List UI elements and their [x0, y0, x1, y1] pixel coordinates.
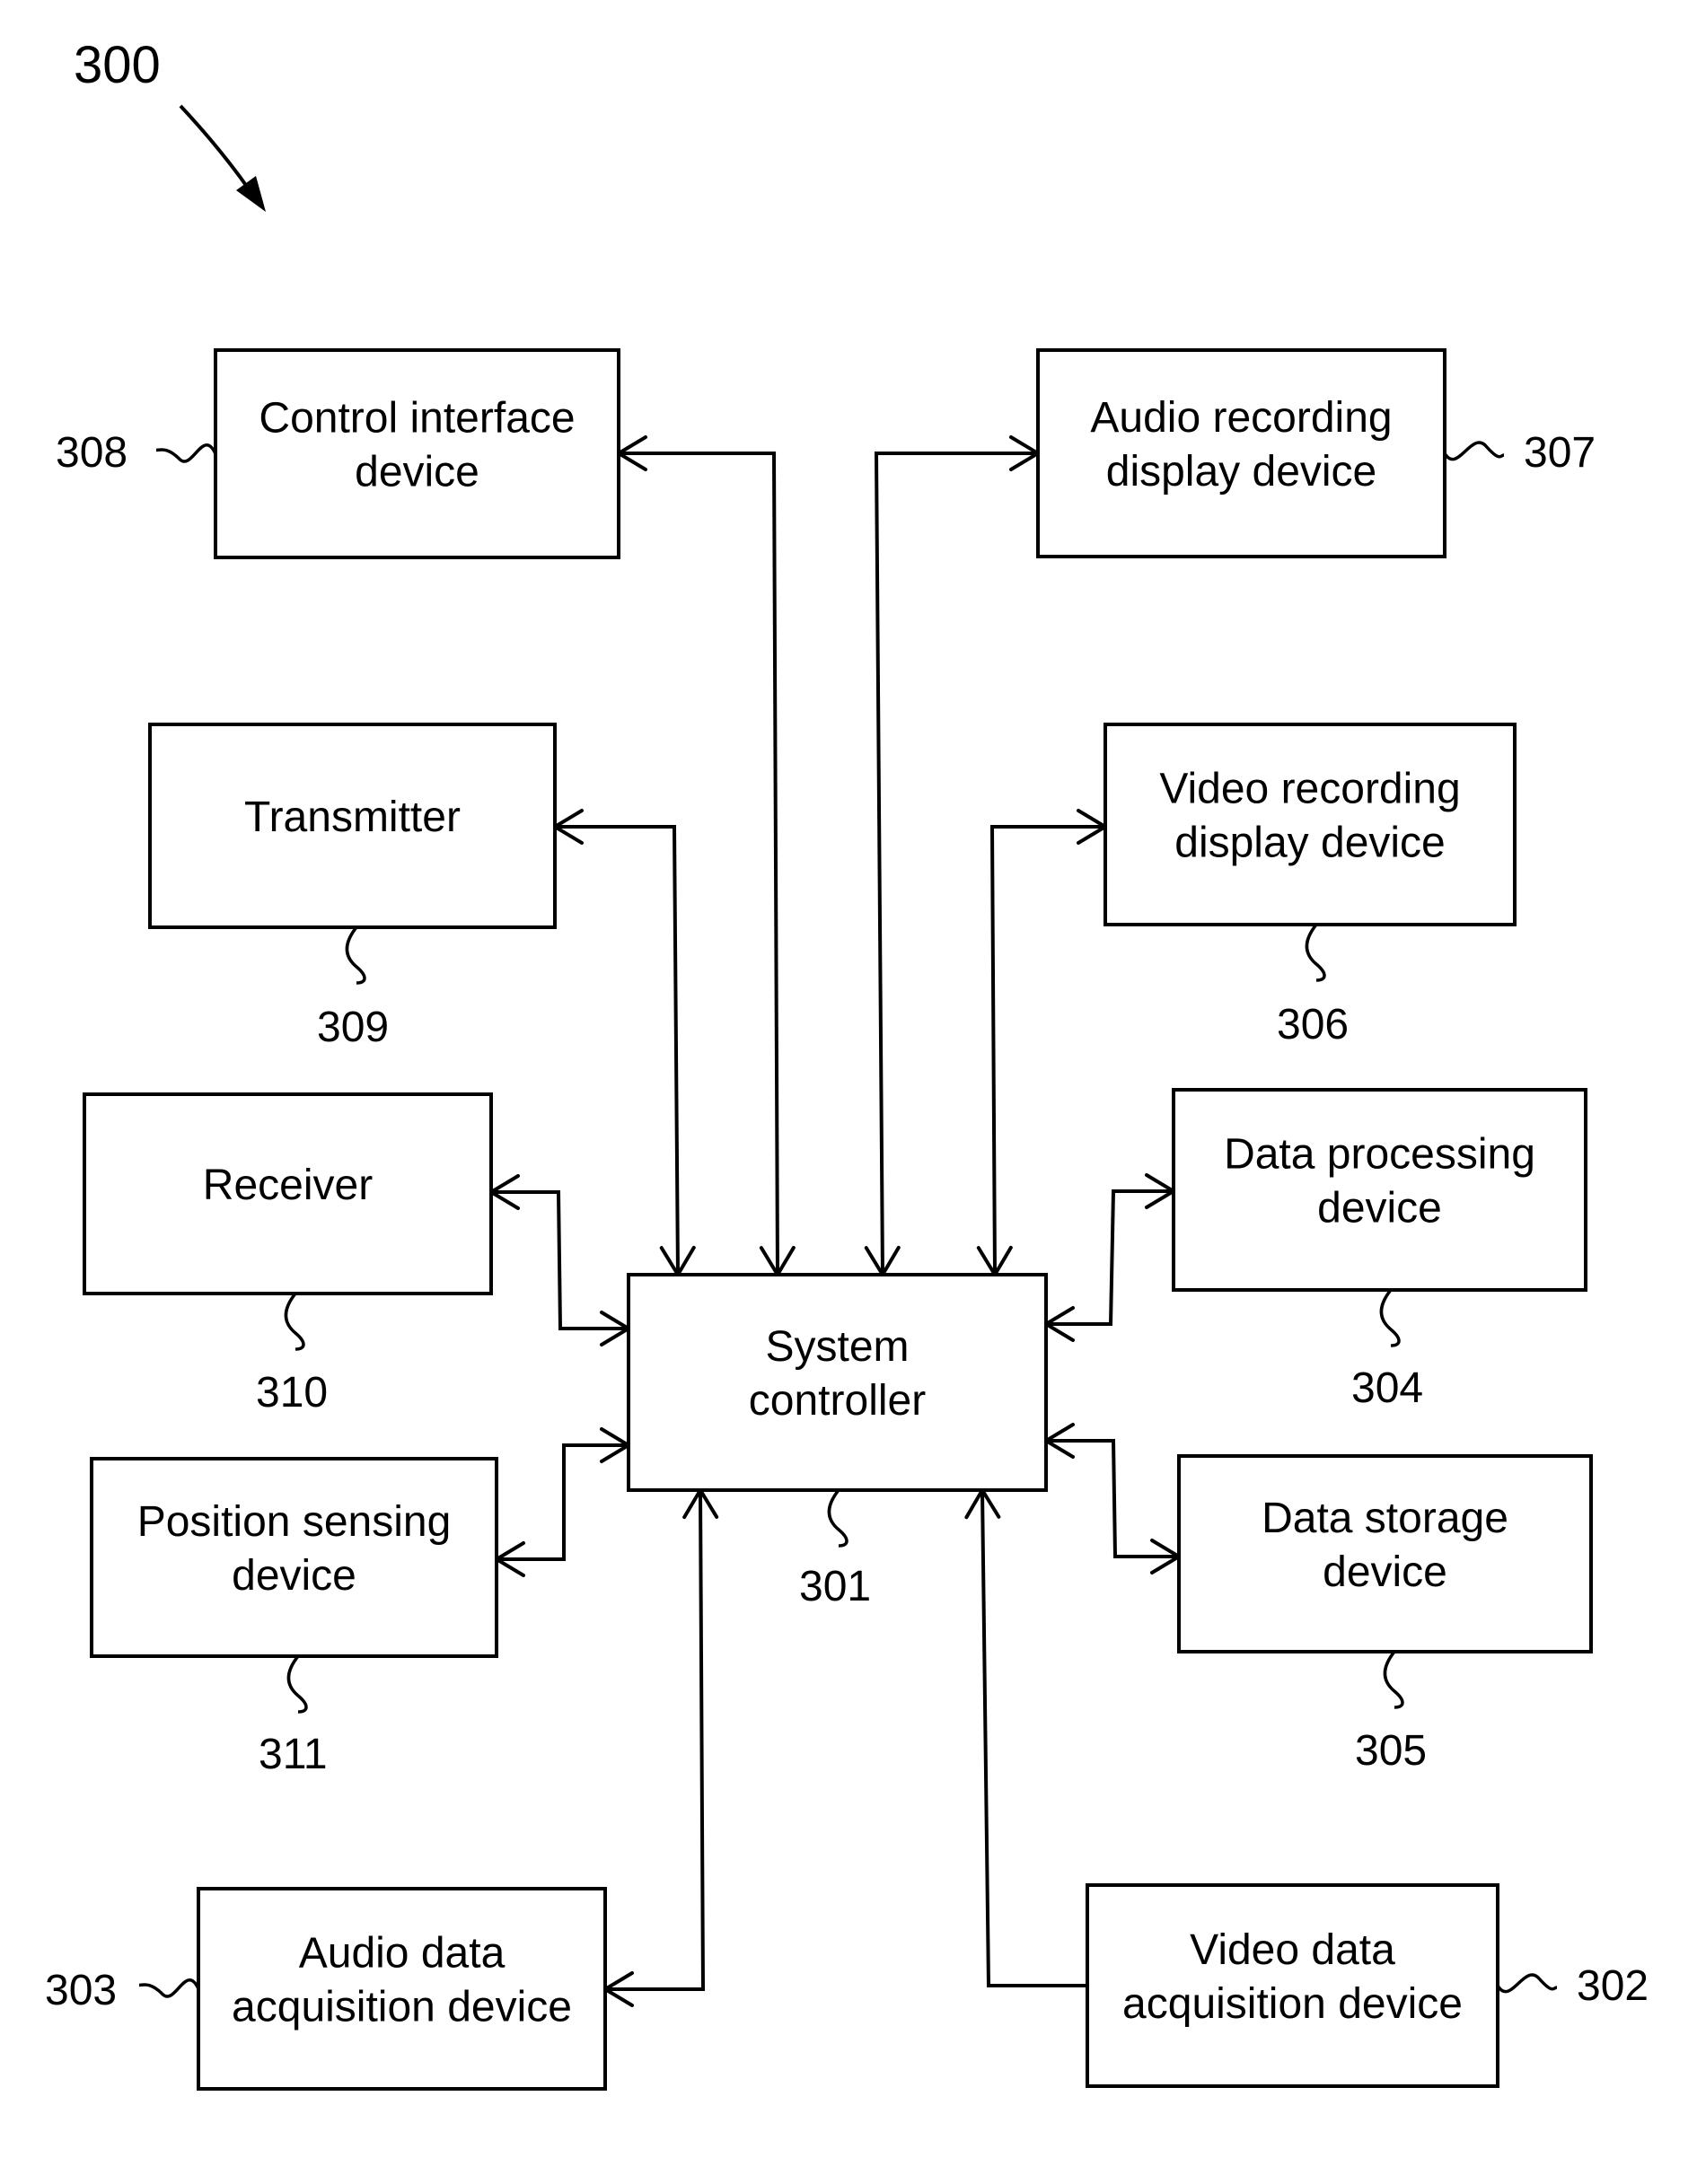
reference-numeral: 307	[1524, 429, 1596, 477]
blocks: Control interface device 308 Audio recordin…	[45, 348, 1649, 2091]
leader-line	[1443, 441, 1505, 461]
connector-position-sensing	[493, 1427, 632, 1577]
reference-numeral: 309	[317, 1004, 389, 1051]
block-label: Video data	[1190, 1926, 1395, 1974]
connector-line	[497, 1443, 629, 1561]
leader-line	[1496, 1973, 1558, 1994]
leader-line	[284, 1292, 305, 1351]
block-video-recording-display: Video recording display device 306	[1103, 723, 1517, 1048]
block-label: Position sensing	[137, 1498, 452, 1546]
block-label: device	[1323, 1548, 1447, 1596]
block-label: Audio data	[299, 1930, 506, 1978]
connector-line	[1046, 1189, 1174, 1326]
connector-audio-recording-display	[864, 435, 1042, 1278]
leader-line	[827, 1488, 848, 1548]
leader-line	[286, 1654, 308, 1714]
reference-numeral: 303	[45, 1967, 117, 2014]
leader-line	[138, 1978, 200, 1998]
reference-numeral: 302	[1577, 1962, 1649, 2010]
block-label: acquisition device	[1122, 1980, 1463, 2028]
connector-data-processing	[1042, 1173, 1177, 1342]
connector-line	[1046, 1439, 1179, 1558]
block-receiver: Receiver 310	[83, 1092, 493, 1417]
connector-line	[874, 452, 1038, 1276]
block-label: Receiver	[203, 1162, 373, 1209]
block-label: device	[1317, 1185, 1442, 1232]
block-label: Control interface	[259, 395, 575, 443]
connector-receiver	[488, 1174, 632, 1346]
connector-line	[619, 452, 779, 1276]
block-label: acquisition device	[232, 1984, 572, 2031]
leader-line	[1379, 1288, 1401, 1347]
block-data-storage: Data storage device 305	[1177, 1454, 1593, 1775]
block-data-processing: Data processing device 304	[1172, 1088, 1587, 1412]
leader-line	[1383, 1650, 1404, 1709]
block-label: System	[765, 1323, 909, 1371]
block-diagram: 300 Control interface device 308 Audio reco…	[45, 36, 1649, 2091]
connector-line	[605, 1489, 706, 1991]
block-label: Data storage	[1262, 1495, 1508, 1542]
connector-line	[491, 1190, 629, 1330]
connector-transmitter	[551, 809, 696, 1278]
connector-data-storage	[1042, 1423, 1183, 1574]
reference-numeral: 305	[1355, 1727, 1427, 1775]
reference-numeral: 304	[1351, 1364, 1423, 1412]
reference-numeral: 310	[256, 1369, 328, 1417]
block-audio-recording-display: Audio recording display device 307	[1036, 348, 1596, 558]
leader-line	[155, 443, 217, 463]
reference-numeral: 311	[259, 1731, 328, 1778]
block-label: display device	[1174, 820, 1446, 867]
reference-numeral: 308	[56, 429, 127, 477]
block-label: display device	[1106, 448, 1377, 496]
connector-video-recording-display	[976, 809, 1109, 1278]
reference-numeral: 306	[1277, 1001, 1349, 1048]
block-label: Audio recording	[1090, 394, 1392, 442]
figure-pointer-arrow	[179, 104, 266, 212]
block-label: Data processing	[1224, 1131, 1535, 1179]
connectors	[488, 435, 1183, 2007]
connector-audio-data-acquisition	[602, 1487, 719, 2007]
leader-line	[1305, 923, 1326, 982]
block-position-sensing: Position sensing device 311	[90, 1457, 498, 1778]
connector-video-data-acquisition	[964, 1487, 1087, 1987]
block-audio-data-acquisition: Audio data acquisition device 303	[45, 1887, 607, 2091]
block-transmitter: Transmitter 309	[148, 723, 557, 1051]
block-label: controller	[749, 1377, 926, 1425]
block-label: device	[232, 1552, 356, 1600]
connector-line	[989, 825, 1105, 1276]
block-label: Video recording	[1159, 766, 1460, 813]
figure-number: 300	[74, 36, 161, 94]
block-label: device	[355, 449, 479, 496]
connector-line	[555, 825, 680, 1276]
block-label: Transmitter	[244, 794, 461, 841]
block-control-interface: Control interface device 308	[56, 348, 620, 559]
reference-numeral: 301	[799, 1563, 871, 1610]
connector-line	[980, 1489, 1087, 1987]
connector-control-interface	[615, 435, 796, 1278]
leader-line	[345, 925, 366, 985]
block-video-data-acquisition: Video data acquisition device 302	[1086, 1883, 1649, 2088]
